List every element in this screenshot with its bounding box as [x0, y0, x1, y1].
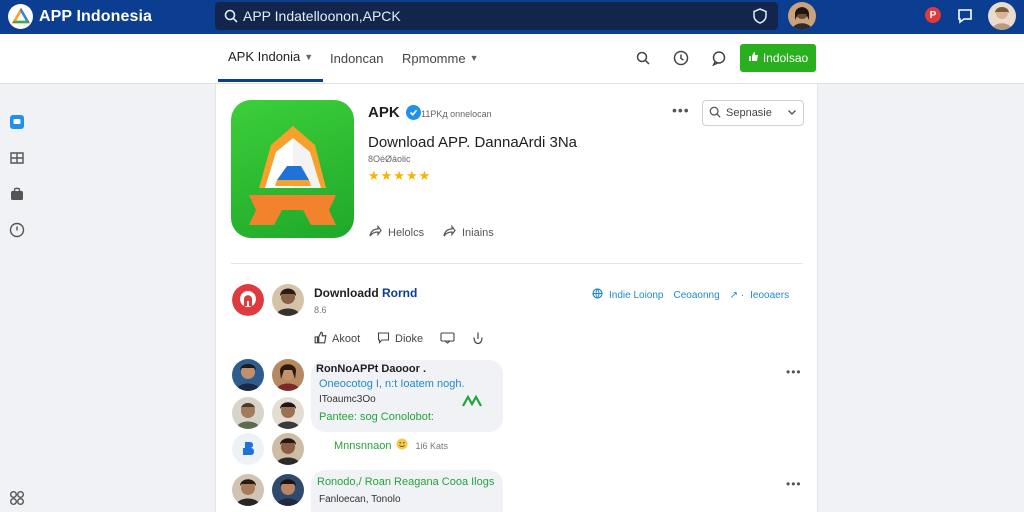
tab-label: Indoncan [330, 50, 384, 66]
thumbs-up-icon [314, 331, 327, 347]
tab-apk-indonia[interactable]: APK Indonia ▼ [218, 34, 324, 82]
post-links: Indie Loionp Ceoaonng ↗ · Ieooaers [592, 288, 789, 302]
search-icon [709, 106, 721, 121]
comment-author: RonNoAPPt Daooor . [316, 363, 426, 375]
account-avatar[interactable] [988, 2, 1016, 30]
chevron-down-icon: ▼ [304, 51, 314, 62]
message-button[interactable] [440, 331, 455, 347]
app-icon[interactable] [231, 100, 354, 238]
comment-text: Oneocotog I, n:t Ioatem nogh. [319, 378, 465, 390]
shield-icon[interactable] [752, 8, 768, 24]
react-icon [471, 331, 485, 348]
search-icon[interactable] [632, 47, 654, 69]
home-icon[interactable] [8, 113, 26, 131]
avatar[interactable] [232, 397, 264, 429]
app-title: Download APP. DannaArdi 3Na [368, 134, 578, 151]
emoji-icon [461, 394, 483, 413]
tab-label: Rpmomme [402, 50, 466, 66]
message-icon [440, 331, 455, 347]
share-action-label: Iniains [462, 226, 494, 239]
comment-bubble[interactable]: Ronodo,/ Roan Reagana Cooa Ilogs Fanloec… [311, 470, 503, 512]
share-action-1[interactable]: Helolcs [368, 224, 424, 241]
reaction-count: 1i6 Kats [415, 441, 449, 451]
profile-avatar[interactable] [788, 2, 816, 30]
post-link[interactable]: Ieooaers [750, 290, 789, 301]
comment-button[interactable]: Dioke [377, 331, 423, 347]
message-icon[interactable] [956, 7, 974, 25]
avatar[interactable] [232, 359, 264, 391]
search-bar[interactable] [215, 2, 778, 30]
avatar[interactable] [232, 284, 264, 316]
post-meta: 8.6 [314, 305, 327, 315]
share-icon [368, 224, 382, 241]
avatar[interactable] [272, 397, 304, 429]
comment-text: Pantee: sog Conolobot: [319, 411, 434, 423]
apps-icon[interactable] [8, 489, 26, 507]
avatar[interactable] [272, 359, 304, 391]
react-button[interactable] [471, 331, 485, 348]
avatar[interactable] [272, 474, 304, 506]
tab-indoncan[interactable]: Indoncan [330, 34, 384, 82]
install-button[interactable]: Indolsao [740, 44, 816, 72]
comment-text: Fanloecan, Tonolo [319, 494, 401, 505]
main-panel: APK 11PKд onnelocan Download APP. DannaA… [215, 84, 818, 512]
smile-icon [396, 437, 408, 455]
history-icon[interactable] [670, 47, 692, 69]
post-link[interactable]: ↗ · [730, 290, 745, 301]
bag-icon[interactable] [8, 185, 26, 203]
like-button[interactable]: Akoot [314, 331, 360, 347]
share-icon [442, 224, 456, 241]
top-bar: APP Indonesia P [0, 0, 1024, 34]
comment-bubble[interactable]: RonNoAPPt Daooor . Oneocotog I, n:t Ioat… [311, 360, 503, 432]
app-meta: 11PKд onnelocan [421, 109, 492, 119]
more-options-icon[interactable]: ••• [786, 477, 802, 491]
reaction-label: Mnnsnnaon [334, 440, 392, 452]
comment-text: Ronodo,/ Roan Reagana Cooa Ilogs [317, 476, 495, 488]
avatar[interactable] [272, 433, 304, 465]
app-name-label: APK [368, 104, 400, 121]
app-subtitle: 8OéØàolic [368, 154, 411, 164]
notification-badge[interactable]: P [925, 7, 941, 23]
grid-icon[interactable] [8, 149, 26, 167]
brand[interactable]: APP Indonesia [8, 4, 152, 29]
comment-label: Dioke [395, 333, 424, 345]
avatar[interactable] [272, 284, 304, 316]
search-icon [223, 8, 239, 24]
clock-icon[interactable] [8, 221, 26, 239]
comment-text: IToaumc3Oo [319, 394, 376, 405]
post-link[interactable]: Ceoaonng [674, 290, 720, 301]
version-select-label: Sepnasie [726, 107, 772, 119]
more-options-icon[interactable]: ••• [672, 102, 690, 118]
globe-icon [592, 288, 603, 302]
share-action-2[interactable]: Iniains [442, 224, 494, 241]
post-title-text: Downloadd [314, 286, 382, 300]
app-name: APK [368, 104, 421, 121]
thumbs-up-icon [748, 51, 759, 65]
brand-name: APP Indonesia [39, 7, 153, 25]
post-title-highlight: Rornd [382, 286, 418, 300]
brand-logo-icon [8, 4, 33, 29]
avatar[interactable] [232, 433, 264, 465]
divider [231, 263, 803, 264]
share-action-label: Helolcs [388, 226, 425, 239]
comment-icon [377, 331, 390, 347]
like-label: Akoot [332, 333, 361, 345]
chevron-down-icon: ▼ [469, 53, 479, 63]
tab-rpmomme[interactable]: Rpmomme ▼ [402, 34, 479, 82]
install-button-label: Indolsao [762, 51, 809, 65]
post-link[interactable]: Indie Loionp [609, 290, 664, 301]
chat-icon[interactable] [708, 47, 730, 69]
verified-icon [405, 105, 421, 120]
reaction-summary[interactable]: Mnnsnnaon 1i6 Kats [334, 437, 448, 455]
avatar[interactable] [232, 474, 264, 506]
post-title[interactable]: Downloadd Rornd [314, 286, 417, 300]
search-input[interactable] [243, 8, 743, 24]
version-select[interactable]: Sepnasie [702, 100, 804, 126]
secondary-nav: APK Indonia ▼ Indoncan Rpmomme ▼ [0, 34, 1024, 84]
tab-label: APK Indonia [228, 49, 301, 64]
chevron-down-icon [787, 107, 797, 120]
rating-stars: ★★★★★ [368, 168, 432, 183]
more-options-icon[interactable]: ••• [786, 365, 802, 379]
